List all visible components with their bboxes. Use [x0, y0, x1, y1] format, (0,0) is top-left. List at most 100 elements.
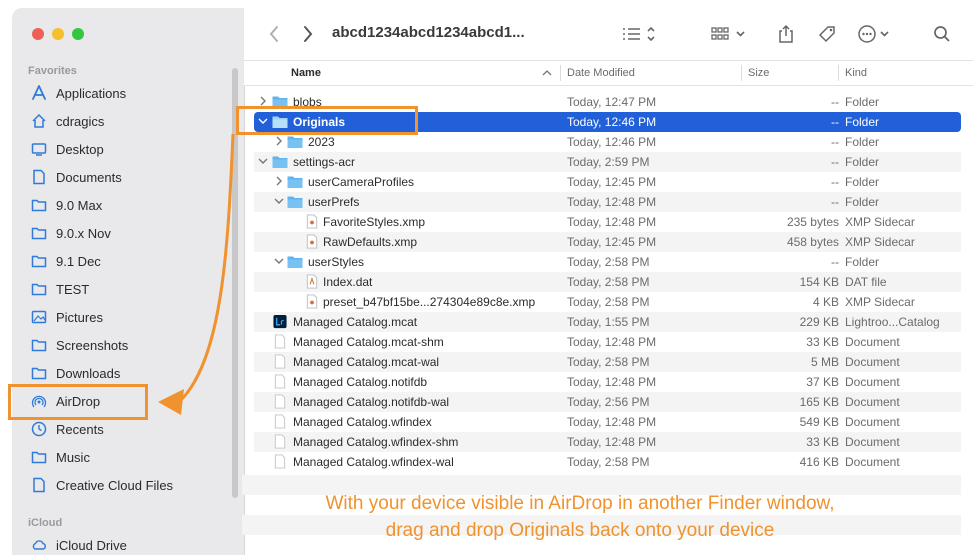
search-button[interactable] [931, 22, 953, 46]
table-row[interactable]: Managed Catalog.notifdb-wal Today, 2:56 … [254, 392, 961, 412]
table-row[interactable]: settings-acr Today, 2:59 PM -- Folder [254, 152, 961, 172]
chevron-down-icon[interactable] [258, 156, 268, 166]
file-kind: Folder [845, 115, 880, 129]
file-kind: Document [845, 355, 900, 369]
file-date: Today, 2:58 PM [567, 455, 650, 469]
file-size: 165 KB [799, 395, 839, 409]
file-kind: Document [845, 395, 900, 409]
file-kind: Document [845, 375, 900, 389]
folder-icon [30, 252, 48, 270]
forward-button[interactable] [298, 22, 318, 46]
file-size: 37 KB [806, 375, 839, 389]
table-row[interactable]: Managed Catalog.mcat-wal Today, 2:58 PM … [254, 352, 961, 372]
file-date: Today, 2:58 PM [567, 355, 650, 369]
table-row[interactable]: FavoriteStyles.xmp Today, 12:48 PM 235 b… [254, 212, 961, 232]
zoom-window-button[interactable] [72, 28, 84, 40]
table-row[interactable]: userPrefs Today, 12:48 PM -- Folder [254, 192, 961, 212]
file-name: FavoriteStyles.xmp [323, 215, 426, 229]
sidebar-item-label: 9.1 Dec [56, 253, 101, 269]
kind-column-header[interactable]: Kind [845, 67, 867, 79]
minimize-window-button[interactable] [52, 28, 64, 40]
file-name: settings-acr [293, 155, 356, 169]
sidebar-item-label: TEST [56, 281, 90, 297]
column-divider [560, 65, 561, 81]
file-size: -- [831, 95, 839, 109]
file-kind: Folder [845, 175, 880, 189]
file-kind: Folder [845, 255, 880, 269]
file-size: -- [831, 175, 839, 189]
document-icon [274, 334, 286, 349]
favorites-section-label: Favorites [28, 65, 77, 77]
share-button[interactable] [774, 22, 798, 46]
folder-icon [287, 196, 303, 208]
chevron-down-icon[interactable] [274, 256, 284, 266]
table-row[interactable]: preset_b47bf15be...274304e89c8e.xmp Toda… [254, 292, 961, 312]
back-button[interactable] [264, 22, 284, 46]
file-date: Today, 2:56 PM [567, 395, 650, 409]
file-size: -- [831, 115, 839, 129]
table-row[interactable]: Managed Catalog.mcat Today, 1:55 PM 229 … [254, 312, 961, 332]
name-column-header[interactable]: Name [291, 67, 321, 79]
sidebar-item-applications[interactable]: Applications [22, 80, 232, 106]
folder-icon [287, 176, 303, 188]
table-row[interactable]: Managed Catalog.wfindex Today, 12:48 PM … [254, 412, 961, 432]
file-kind: XMP Sidecar [845, 295, 915, 309]
sidebar-item-icloud-drive[interactable]: iCloud Drive [22, 532, 232, 555]
folder-icon [30, 196, 48, 214]
chevron-right-icon[interactable] [258, 96, 268, 106]
date-modified-column-header[interactable]: Date Modified [567, 67, 635, 79]
size-column-header[interactable]: Size [748, 67, 769, 79]
chevron-right-icon[interactable] [274, 136, 284, 146]
action-menu-button[interactable] [856, 22, 894, 46]
table-row[interactable]: Index.dat Today, 2:58 PM 154 KB DAT file [254, 272, 961, 292]
chevron-down-icon[interactable] [274, 196, 284, 206]
table-row[interactable]: Managed Catalog.notifdb Today, 12:48 PM … [254, 372, 961, 392]
home-icon [30, 112, 48, 130]
file-date: Today, 2:58 PM [567, 255, 650, 269]
folder-icon [30, 364, 48, 382]
cloud-icon [30, 536, 48, 554]
chevron-right-icon [304, 26, 313, 42]
folder-icon [272, 156, 288, 168]
file-kind: Document [845, 335, 900, 349]
list-view-button[interactable] [620, 22, 658, 46]
file-name: Managed Catalog.wfindex-shm [293, 435, 459, 449]
document-icon [274, 354, 286, 369]
folder-icon [287, 136, 303, 148]
table-row[interactable]: userCameraProfiles Today, 12:45 PM -- Fo… [254, 172, 961, 192]
close-window-button[interactable] [32, 28, 44, 40]
file-kind: Document [845, 435, 900, 449]
table-row[interactable]: userStyles Today, 2:58 PM -- Folder [254, 252, 961, 272]
pictures-icon [30, 308, 48, 326]
document-icon [274, 394, 286, 409]
document-icon [274, 454, 286, 469]
sidebar-item-label: 9.0 Max [56, 197, 103, 213]
table-row[interactable]: Managed Catalog.wfindex-shm Today, 12:48… [254, 432, 961, 452]
sidebar-item-creative-cloud-files[interactable]: Creative Cloud Files [22, 472, 232, 498]
file-kind: Lightroo...Catalog [845, 315, 940, 329]
file-date: Today, 12:48 PM [567, 335, 657, 349]
table-row[interactable]: 2023 Today, 12:46 PM -- Folder [254, 132, 961, 152]
sidebar-item-label: Desktop [56, 141, 104, 157]
file-name: Index.dat [323, 275, 373, 289]
table-row[interactable]: RawDefaults.xmp Today, 12:45 PM 458 byte… [254, 232, 961, 252]
file-kind: Folder [845, 195, 880, 209]
file-name: userStyles [308, 255, 365, 269]
group-by-button[interactable] [709, 22, 749, 46]
table-row[interactable]: Managed Catalog.wfindex-wal Today, 2:58 … [254, 452, 961, 472]
column-divider [741, 65, 742, 81]
file-date: Today, 12:45 PM [567, 235, 657, 249]
file-name: Managed Catalog.wfindex [293, 415, 432, 429]
ellipsis-circle-icon [858, 25, 889, 43]
annotation-text: With your device visible in AirDrop in a… [270, 490, 890, 544]
folder-icon [30, 448, 48, 466]
sidebar-item-music[interactable]: Music [22, 444, 232, 470]
document-icon [30, 168, 48, 186]
table-row[interactable]: Managed Catalog.mcat-shm Today, 12:48 PM… [254, 332, 961, 352]
chevron-right-icon[interactable] [274, 176, 284, 186]
tag-button[interactable] [814, 22, 840, 46]
document-icon [274, 374, 286, 389]
file-kind: Document [845, 455, 900, 469]
sidebar-item-label: Pictures [56, 309, 103, 325]
file-kind: Folder [845, 155, 880, 169]
